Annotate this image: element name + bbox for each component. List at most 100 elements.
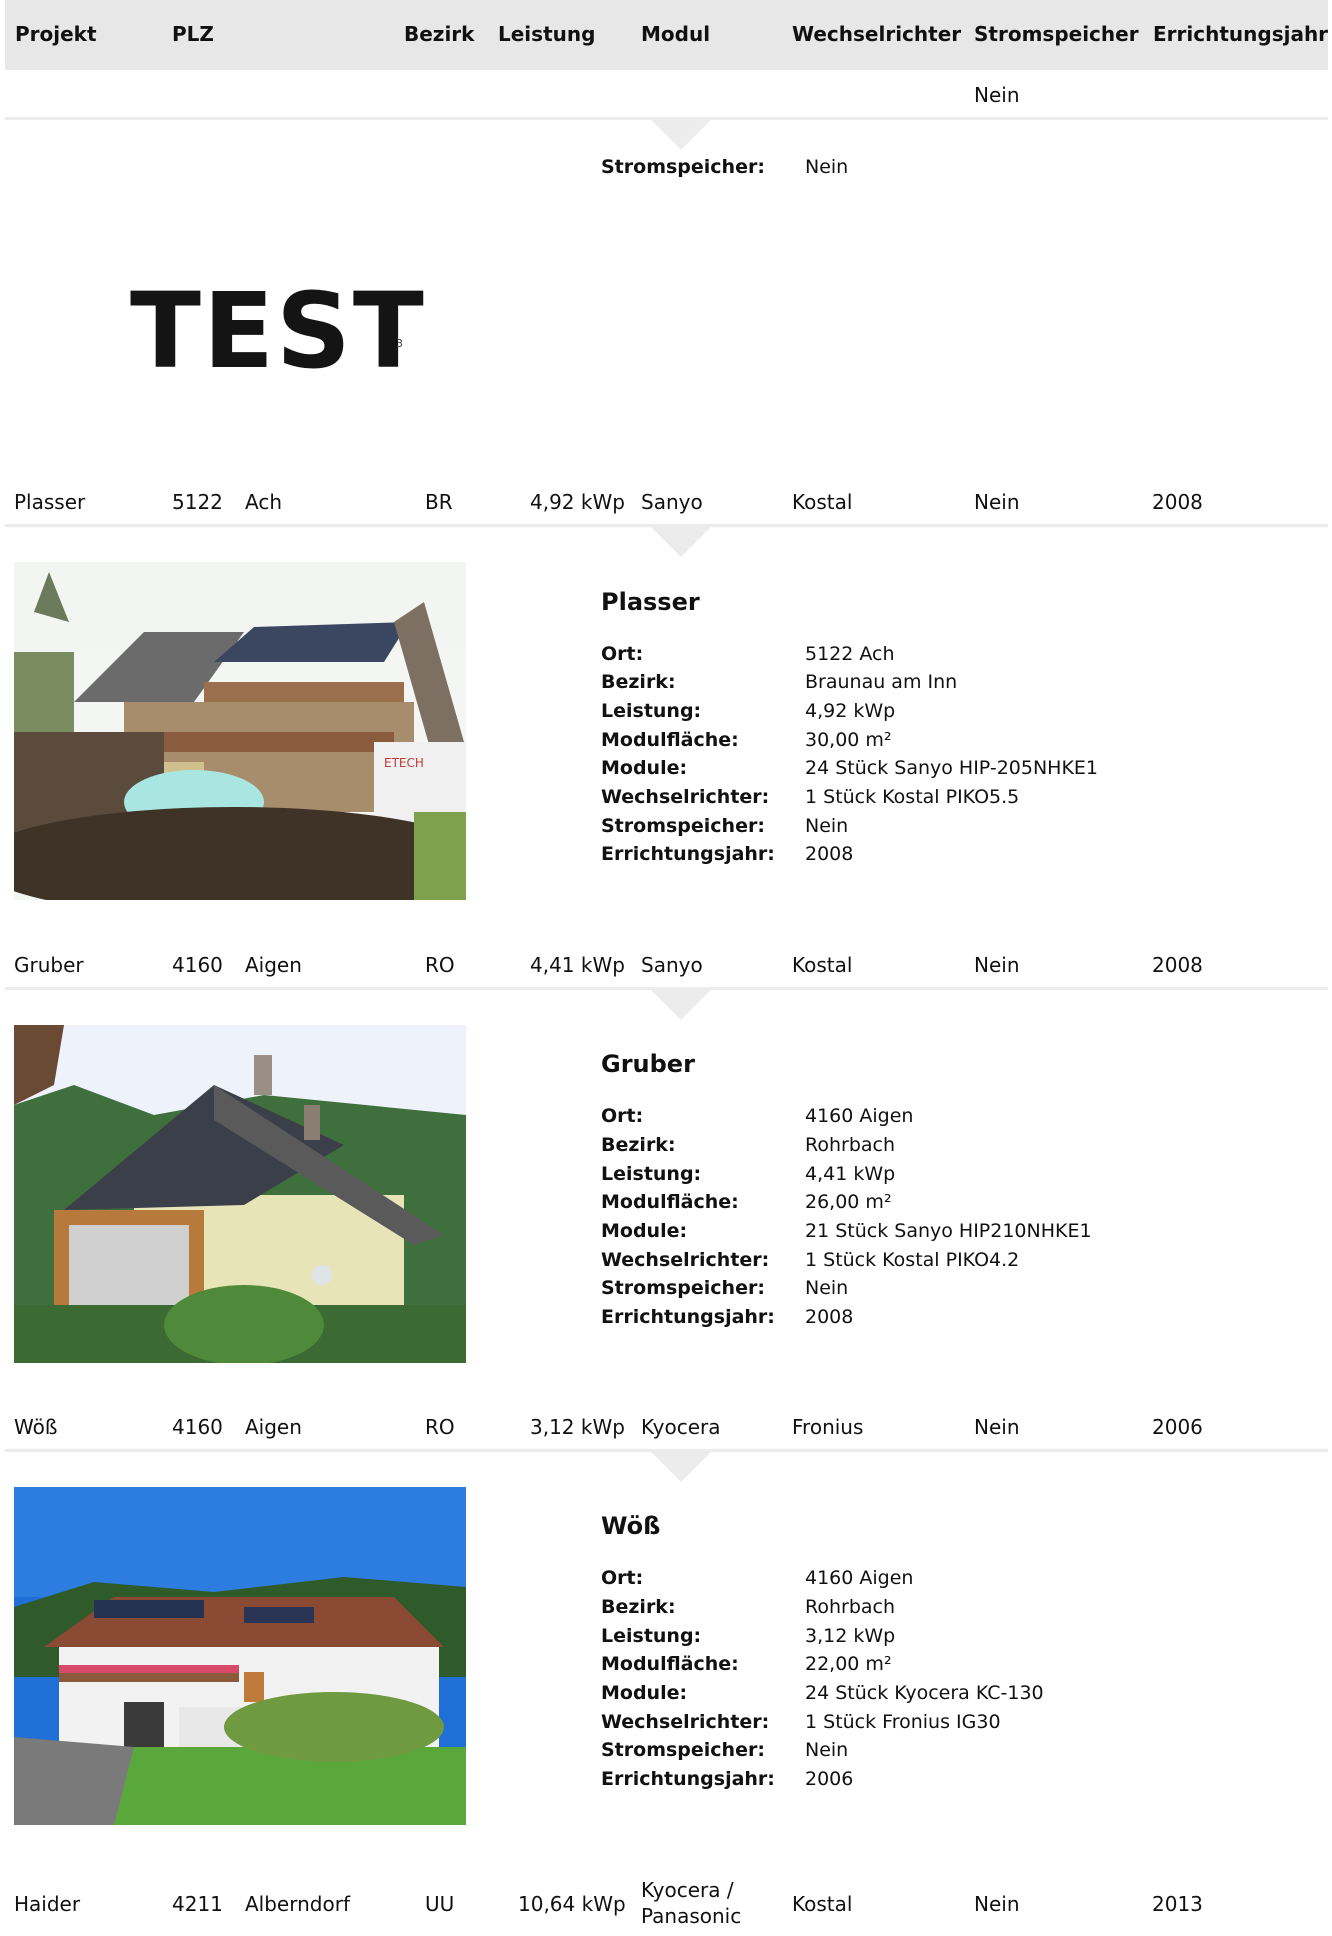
row-plz: 4160 bbox=[172, 953, 223, 977]
detail-label-errichtungsjahr: Errichtungsjahr: bbox=[601, 843, 775, 865]
detail-label-wechselrichter: Wechselrichter: bbox=[601, 1249, 770, 1271]
detail0-val-stromspeicher: Nein bbox=[805, 156, 849, 178]
detail-val-modulflaeche: 22,00 m² bbox=[805, 1653, 892, 1675]
row-modul: Sanyo bbox=[641, 490, 703, 514]
detail-val-bezirk: Rohrbach bbox=[805, 1134, 896, 1156]
detail-val-errichtungsjahr: 2006 bbox=[805, 1768, 854, 1790]
detail-val-bezirk: Braunau am Inn bbox=[805, 671, 958, 693]
row-wechselrichter: Kostal bbox=[792, 490, 853, 514]
row-wechselrichter: Fronius bbox=[792, 1415, 864, 1439]
header-bezirk[interactable]: Bezirk bbox=[404, 22, 474, 46]
detail-val-module: 24 Stück Sanyo HIP-205NHKE1 bbox=[805, 757, 1099, 779]
row-bezirk: RO bbox=[425, 953, 455, 977]
row-plz: 4160 bbox=[172, 1415, 223, 1439]
test-logo-mark: 3 bbox=[396, 337, 403, 350]
detail-label-bezirk: Bezirk: bbox=[601, 671, 676, 693]
header-wechselrichter[interactable]: Wechselrichter bbox=[792, 22, 961, 46]
header-leistung[interactable]: Leistung bbox=[498, 22, 595, 46]
detail-val-modulflaeche: 26,00 m² bbox=[805, 1191, 892, 1213]
detail-val-bezirk: Rohrbach bbox=[805, 1596, 896, 1618]
row-ort: Aigen bbox=[245, 953, 302, 977]
header-stromspeicher[interactable]: Stromspeicher bbox=[974, 22, 1139, 46]
header-modul[interactable]: Modul bbox=[641, 22, 710, 46]
table-header: Projekt PLZ Bezirk Leistung Modul Wechse… bbox=[5, 0, 1328, 70]
row-ort: Ach bbox=[245, 490, 283, 514]
project-list: Projekt PLZ Bezirk Leistung Modul Wechse… bbox=[0, 0, 1332, 1936]
row-wechselrichter: Kostal bbox=[792, 953, 853, 977]
detail-label-module: Module: bbox=[601, 1682, 688, 1704]
detail-label-module: Module: bbox=[601, 1220, 688, 1242]
detail-label-wechselrichter: Wechselrichter: bbox=[601, 1711, 770, 1733]
row-stromspeicher: Nein bbox=[974, 1892, 1020, 1916]
detail-label-modulflaeche: Modulfläche: bbox=[601, 1191, 739, 1213]
row-ort: Aigen bbox=[245, 1415, 302, 1439]
detail-label-modulflaeche: Modulfläche: bbox=[601, 729, 739, 751]
row-bezirk: UU bbox=[425, 1892, 455, 1916]
detail-val-module: 21 Stück Sanyo HIP210NHKE1 bbox=[805, 1220, 1092, 1242]
header-projekt[interactable]: Projekt bbox=[15, 22, 97, 46]
header-plz[interactable]: PLZ bbox=[172, 22, 214, 46]
detail-val-ort: 4160 Aigen bbox=[805, 1105, 914, 1127]
detail-val-leistung: 3,12 kWp bbox=[805, 1625, 896, 1647]
detail-val-stromspeicher: Nein bbox=[805, 1739, 849, 1761]
header-errichtungsjahr[interactable]: Errichtungsjahr bbox=[1153, 22, 1328, 46]
row-plz: 4211 bbox=[172, 1892, 223, 1916]
detail-label-module: Module: bbox=[601, 757, 688, 779]
detail-label-bezirk: Bezirk: bbox=[601, 1596, 676, 1618]
detail-label-modulflaeche: Modulfläche: bbox=[601, 1653, 739, 1675]
row-plz: 5122 bbox=[172, 490, 223, 514]
detail-label-errichtungsjahr: Errichtungsjahr: bbox=[601, 1306, 775, 1328]
project-photo-gruber bbox=[14, 1025, 466, 1363]
project-photo-plasser: ETECH bbox=[14, 562, 466, 900]
detail-val-ort: 5122 Ach bbox=[805, 643, 895, 665]
row-ort: Alberndorf bbox=[245, 1892, 350, 1916]
row-wechselrichter: Kostal bbox=[792, 1892, 853, 1916]
row-modul-line2: Panasonic bbox=[641, 1904, 742, 1928]
row-jahr: 2006 bbox=[1152, 1415, 1203, 1439]
detail-val-stromspeicher: Nein bbox=[805, 1277, 849, 1299]
row-modul: Kyocera bbox=[641, 1415, 721, 1439]
row-stromspeicher: Nein bbox=[974, 953, 1020, 977]
detail-val-leistung: 4,41 kWp bbox=[805, 1163, 896, 1185]
detail-label-stromspeicher: Stromspeicher: bbox=[601, 1739, 765, 1761]
detail0-label-stromspeicher: Stromspeicher: bbox=[601, 156, 765, 178]
detail-label-bezirk: Bezirk: bbox=[601, 1134, 676, 1156]
expand-arrow-icon bbox=[651, 1452, 711, 1482]
detail-val-wechselrichter: 1 Stück Kostal PIKO4.2 bbox=[805, 1249, 1020, 1271]
row-bezirk: BR bbox=[425, 490, 453, 514]
detail-val-errichtungsjahr: 2008 bbox=[805, 1306, 854, 1328]
detail-label-leistung: Leistung: bbox=[601, 1625, 702, 1647]
row-stromspeicher: Nein bbox=[974, 1415, 1020, 1439]
row-leistung: 10,64 kWp bbox=[518, 1892, 626, 1916]
detail-label-ort: Ort: bbox=[601, 643, 644, 665]
detail-val-wechselrichter: 1 Stück Fronius IG30 bbox=[805, 1711, 1001, 1733]
row-jahr: 2008 bbox=[1152, 490, 1203, 514]
detail-label-ort: Ort: bbox=[601, 1105, 644, 1127]
row-projekt: Plasser bbox=[14, 490, 86, 514]
detail-label-stromspeicher: Stromspeicher: bbox=[601, 815, 765, 837]
row-leistung: 3,12 kWp bbox=[530, 1415, 625, 1439]
detail-val-wechselrichter: 1 Stück Kostal PIKO5.5 bbox=[805, 786, 1020, 808]
detail-label-errichtungsjahr: Errichtungsjahr: bbox=[601, 1768, 775, 1790]
detail-title: Gruber bbox=[601, 1050, 695, 1078]
detail-title: Wöß bbox=[601, 1512, 661, 1540]
detail-label-stromspeicher: Stromspeicher: bbox=[601, 1277, 765, 1299]
detail-val-modulflaeche: 30,00 m² bbox=[805, 729, 892, 751]
detail-val-leistung: 4,92 kWp bbox=[805, 700, 896, 722]
row0-stromspeicher: Nein bbox=[974, 83, 1020, 107]
row-projekt: Wöß bbox=[14, 1415, 58, 1439]
expand-arrow-icon bbox=[651, 527, 711, 557]
detail-val-stromspeicher: Nein bbox=[805, 815, 849, 837]
row-projekt: Haider bbox=[14, 1892, 81, 1916]
row-modul-line1: Kyocera / bbox=[641, 1878, 734, 1902]
test-logo-image: TEST bbox=[130, 270, 426, 392]
row-leistung: 4,92 kWp bbox=[530, 490, 625, 514]
detail-label-leistung: Leistung: bbox=[601, 1163, 702, 1185]
detail-val-errichtungsjahr: 2008 bbox=[805, 843, 854, 865]
row-jahr: 2008 bbox=[1152, 953, 1203, 977]
van-label: ETECH bbox=[384, 756, 424, 770]
detail-label-ort: Ort: bbox=[601, 1567, 644, 1589]
expand-arrow-icon bbox=[651, 990, 711, 1020]
row-bezirk: RO bbox=[425, 1415, 455, 1439]
expand-arrow-icon bbox=[651, 120, 711, 150]
